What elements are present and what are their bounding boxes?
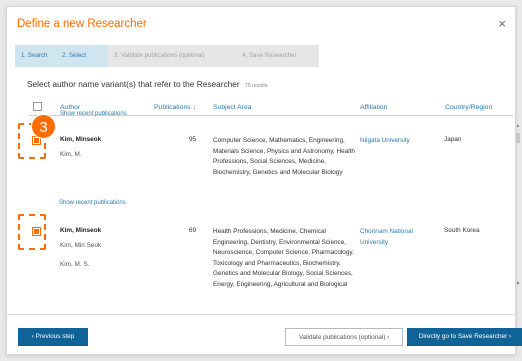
step-save: 4. Save Researcher bbox=[242, 52, 297, 59]
scroll-down-icon[interactable]: ▼ bbox=[515, 281, 521, 287]
save-researcher-button[interactable]: Directly go to Save Researcher › bbox=[407, 328, 522, 346]
publication-count: 95 bbox=[189, 136, 197, 143]
scrollbar-thumb[interactable] bbox=[516, 133, 520, 143]
name-variant: Kim, Min Seok bbox=[60, 242, 102, 249]
scroll-up-icon[interactable]: ▲ bbox=[515, 123, 521, 129]
dialog-footer: ‹ Previous step Validate publications (o… bbox=[7, 314, 522, 356]
step-select[interactable]: 2. Select bbox=[56, 45, 108, 67]
column-country[interactable]: Country/Region bbox=[445, 104, 492, 111]
wizard-steps: 1. Search 2. Select 3. Validate publicat… bbox=[15, 45, 319, 67]
highlight-box bbox=[18, 214, 46, 250]
author-name: Kim, Minseok bbox=[60, 227, 102, 234]
close-icon[interactable]: × bbox=[498, 17, 506, 30]
affiliation-link[interactable]: Niigata University bbox=[360, 136, 432, 147]
validate-publications-button[interactable]: Validate publications (optional) › bbox=[285, 328, 403, 346]
select-all-checkbox[interactable] bbox=[33, 102, 42, 111]
name-variant: Kim, M. S. bbox=[60, 261, 90, 268]
dialog-title: Define a new Researcher bbox=[17, 18, 147, 30]
show-recent-publications-link[interactable]: Show recent publications bbox=[59, 200, 126, 206]
publication-count: 69 bbox=[189, 227, 197, 234]
step-validate: 3. Validate publications (optional) bbox=[114, 52, 205, 59]
subject-areas: Health Professions, Medicine, Chemical E… bbox=[213, 228, 354, 288]
country: South Korea bbox=[444, 227, 480, 234]
column-author[interactable]: Author bbox=[60, 104, 80, 111]
country: Japan bbox=[444, 136, 462, 143]
show-recent-publications-link[interactable]: Show recent publications bbox=[60, 111, 127, 117]
column-publications[interactable]: Publications ↓ bbox=[154, 104, 196, 111]
scrollbar[interactable]: ▲ ▼ bbox=[515, 123, 521, 287]
subject-areas: Computer Science, Mathematics, Engineeri… bbox=[213, 137, 355, 176]
affiliation-link[interactable]: Chonnam National University bbox=[360, 227, 432, 248]
step-search[interactable]: 1. Search bbox=[15, 45, 56, 67]
step-callout-badge: 3 bbox=[31, 114, 56, 139]
column-subject-area[interactable]: Subject Area bbox=[213, 104, 252, 111]
name-variant: Kim, M. bbox=[60, 151, 82, 158]
column-affiliation[interactable]: Affiliation bbox=[360, 104, 387, 111]
author-name: Kim, Minseok bbox=[60, 136, 102, 143]
define-researcher-dialog: Define a new Researcher × 1. Search 2. S… bbox=[6, 6, 522, 356]
results-count: 75 results bbox=[244, 83, 268, 89]
previous-step-button[interactable]: ‹ Previous step bbox=[18, 328, 88, 346]
instruction-text: Select author name variant(s) that refer… bbox=[27, 79, 267, 89]
instruction-label: Select author name variant(s) that refer… bbox=[27, 79, 240, 89]
